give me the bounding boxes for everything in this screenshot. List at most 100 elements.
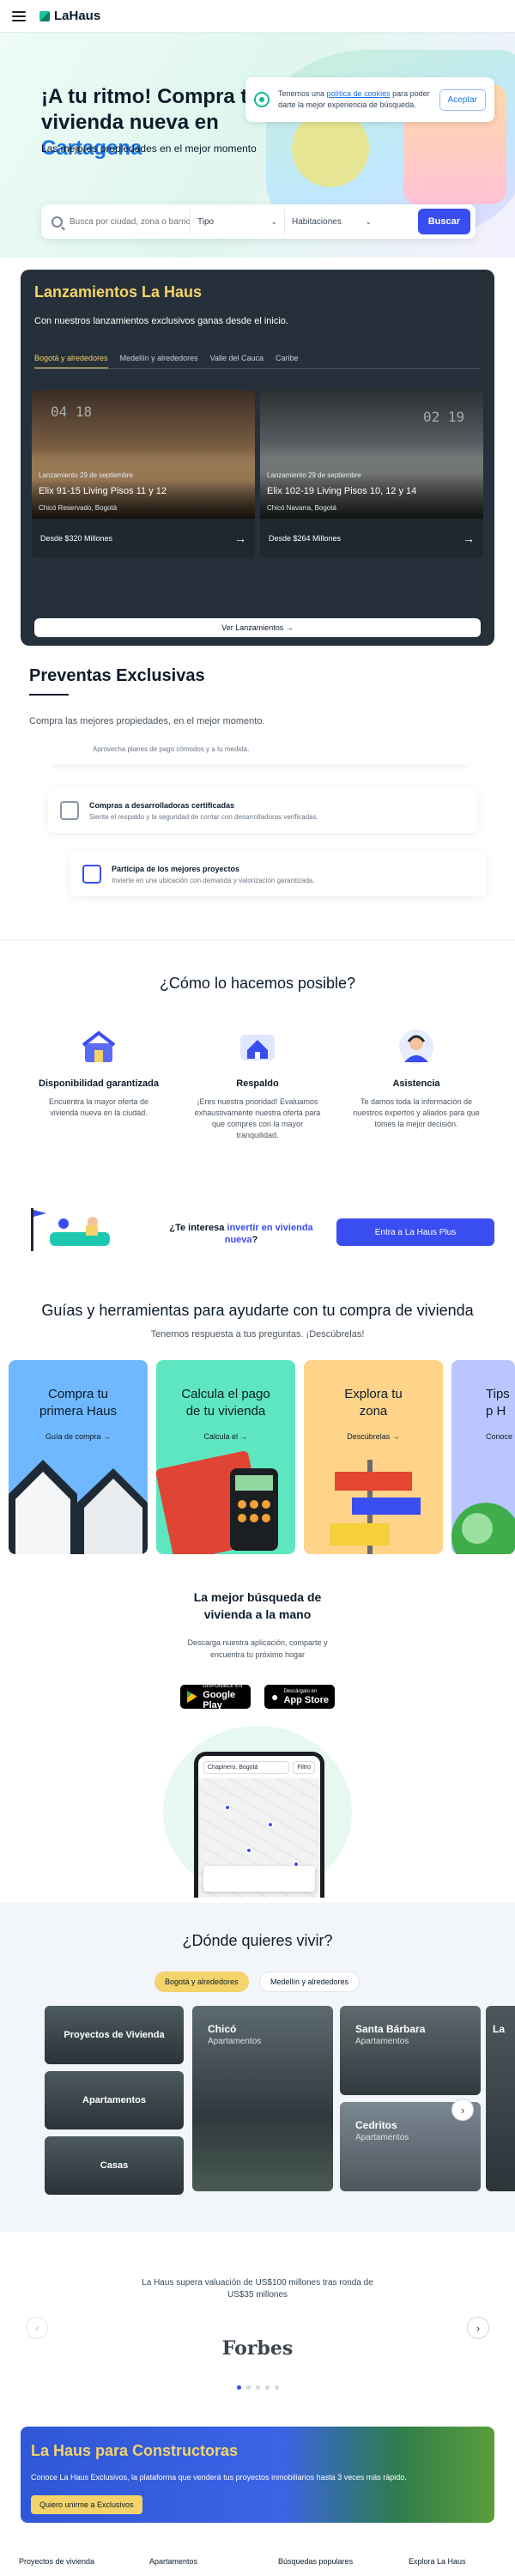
feature-card: Aprovecha planes de pago cómodos y a tu … — [52, 737, 470, 771]
menu-icon[interactable] — [12, 10, 26, 21]
carousel-dot-active[interactable] — [237, 2385, 241, 2390]
forbes-logo: Forbes — [221, 2337, 294, 2360]
location-name: Santa Bárbara — [355, 2023, 426, 2035]
carousel-dot[interactable] — [275, 2385, 279, 2390]
search-icon — [52, 216, 63, 228]
google-play-button[interactable]: DISPONIBLE EN Google Play — [180, 1684, 251, 1710]
countdown-display: 04 18 — [51, 404, 93, 420]
guide-link[interactable]: Conoce — [451, 1432, 515, 1441]
project-name: Elix 102-19 Living Pisos 10, 12 y 14 — [267, 486, 417, 496]
arrow-right-icon[interactable]: → — [463, 532, 475, 545]
carousel-dot[interactable] — [265, 2385, 270, 2390]
search-input[interactable] — [70, 216, 190, 227]
tab-bogota[interactable]: Bogotá y alrededores — [154, 1971, 249, 1992]
guide-title: Explora tu zona — [344, 1387, 403, 1419]
guide-card[interactable]: Explora tu zona Descúbrelas → — [304, 1360, 443, 1554]
carousel-next-button[interactable]: › — [467, 2317, 489, 2339]
location-type: Apartamentos — [208, 2037, 262, 2046]
phone-map — [198, 1778, 320, 1898]
news-text: La Haus supera valuación de US$100 millo… — [142, 2278, 373, 2300]
search-bar: Tipo⌄ Habitaciones⌄ Buscar — [41, 204, 476, 239]
chevron-down-icon: ⌄ — [270, 216, 277, 226]
feature-card: Participa de los mejores proyectos Invier… — [70, 852, 486, 896]
feature-desc: Siente el respaldo y la seguridad de con… — [89, 812, 318, 821]
tab-medellin[interactable]: Medellín y alrededores — [120, 354, 198, 369]
preventas-subtitle: Compra las mejores propiedades, en el me… — [29, 716, 265, 726]
carousel-dot[interactable] — [256, 2385, 260, 2390]
cookie-policy-link[interactable]: política de cookies — [327, 89, 391, 98]
tab-bogota[interactable]: Bogotá y alrededores — [34, 354, 108, 369]
footer-link[interactable]: Proyectos de vivienda — [19, 2557, 94, 2566]
chevron-left-icon: ‹ — [34, 2321, 39, 2335]
location-card[interactable]: Apartamentos — [45, 2071, 184, 2129]
cookie-accept-button[interactable]: Aceptar — [439, 88, 486, 111]
plus-illustration — [29, 1206, 124, 1253]
search-button[interactable]: Buscar — [417, 209, 470, 234]
benefit-title: Respaldo — [236, 1078, 279, 1089]
carousel-dots — [237, 2385, 279, 2390]
project-image: 02 19 Lanzamiento 29 de septiembre Elix … — [260, 390, 483, 519]
guide-card[interactable]: Tips p H Conoce — [451, 1360, 515, 1554]
project-image: 04 18 Lanzamiento 29 de septiembre Elix … — [32, 390, 255, 519]
plant-illustration — [451, 1503, 515, 1554]
building-icon — [82, 865, 101, 884]
location-name: Cedritos — [355, 2119, 397, 2131]
rooms-select[interactable]: Habitaciones ⌄ — [284, 210, 379, 234]
apple-icon: ● — [271, 1690, 279, 1704]
houses-illustration — [9, 1460, 148, 1554]
benefit-item: Asistencia Te damos toda la información … — [352, 1028, 481, 1130]
launch-card[interactable]: 04 18 Lanzamiento 29 de septiembre Elix … — [32, 390, 255, 558]
lanzamientos-subtitle: Con nuestros lanzamientos exclusivos gan… — [34, 316, 288, 326]
lahaus-logo[interactable]: LaHaus — [39, 9, 100, 23]
location-card[interactable]: Chicó Apartamentos — [192, 2006, 333, 2191]
location-card[interactable]: Casas — [45, 2136, 184, 2195]
location-name: Chicó — [208, 2023, 237, 2035]
guide-link[interactable]: Guía de compra → — [9, 1432, 148, 1441]
como-section: ¿Cómo lo hacemos posible? Disponibilidad… — [0, 939, 515, 1257]
benefit-item: Respaldo ¡Eres nuestra prioridad! Evalua… — [193, 1028, 322, 1141]
arrow-right-icon[interactable]: → — [234, 532, 246, 545]
agent-icon — [397, 1028, 435, 1066]
footer-link[interactable]: Apartamentos — [149, 2557, 197, 2566]
hero-subtitle: Las mejores propiedades en el mejor mome… — [41, 143, 257, 155]
guide-card[interactable]: Calcula el pago de tu vivienda Calcula e… — [156, 1360, 295, 1554]
footer-link[interactable]: Explora La Haus — [409, 2557, 466, 2566]
carousel-next-button[interactable]: › — [451, 2099, 474, 2121]
tab-caribe[interactable]: Caribe — [276, 354, 299, 369]
la-haus-plus-button[interactable]: Entra a La Haus Plus — [336, 1218, 494, 1246]
ver-lanzamientos-button[interactable]: Ver Lanzamientos → — [34, 618, 481, 637]
location-card[interactable]: Santa Bárbara Apartamentos — [340, 2006, 481, 2095]
document-icon — [60, 801, 79, 820]
feature-title: Compras a desarrolladoras certificadas — [89, 800, 235, 810]
house-icon — [80, 1028, 118, 1066]
arrow-right-icon: → — [285, 623, 294, 632]
footer-nav: Proyectos de vivienda Apartamentos Búsqu… — [0, 2552, 515, 2576]
feature-desc: Invierte en una ubicación con demanda y … — [112, 876, 315, 884]
phone-search-field: Chapinero, Bogotá — [203, 1760, 290, 1774]
app-subtitle: Descarga nuestra aplicación, comparte y … — [187, 1638, 328, 1659]
carousel-prev-button[interactable]: ‹ — [26, 2317, 48, 2339]
type-select[interactable]: Tipo ⌄ — [190, 210, 284, 234]
app-store-button[interactable]: ● Descárgalo en App Store — [264, 1685, 335, 1709]
tab-medellin[interactable]: Medellín y alrededores — [259, 1971, 360, 1992]
guide-link[interactable]: Descúbrelas → — [304, 1432, 443, 1441]
benefit-desc: Encuentra la mayor oferta de vivienda nu… — [48, 1097, 149, 1117]
guide-card[interactable]: Compra tu primera Haus Guía de compra → — [9, 1360, 148, 1554]
constructoras-subtitle: Conoce La Haus Exclusivos, la plataforma… — [31, 2473, 407, 2482]
chevron-right-icon: › — [476, 2321, 481, 2335]
chevron-right-icon: › — [460, 2103, 465, 2117]
guide-title: Tips p H — [486, 1387, 510, 1419]
project-name: Elix 91-15 Living Pisos 11 y 12 — [39, 486, 167, 496]
como-title: ¿Cómo lo hacemos posible? — [159, 975, 356, 992]
carousel-dot[interactable] — [246, 2385, 251, 2390]
guide-link[interactable]: Calcula el → — [156, 1432, 295, 1441]
guias-subtitle: Tenemos respuesta a tus preguntas. ¡Desc… — [150, 1329, 365, 1340]
app-title: La mejor búsqueda de vivienda a la mano — [193, 1590, 322, 1621]
location-card-peek[interactable]: La — [486, 2006, 515, 2191]
tab-valle[interactable]: Valle del Cauca — [210, 354, 264, 369]
join-exclusivos-button[interactable]: Quiero unirme a Exclusivos — [31, 2495, 142, 2514]
location-card[interactable]: Proyectos de Vivienda — [45, 2006, 184, 2064]
guide-title: Calcula el pago de tu vivienda — [181, 1387, 270, 1419]
launch-card[interactable]: 02 19 Lanzamiento 29 de septiembre Elix … — [260, 390, 483, 558]
footer-link[interactable]: Búsquedas populares — [278, 2557, 353, 2566]
